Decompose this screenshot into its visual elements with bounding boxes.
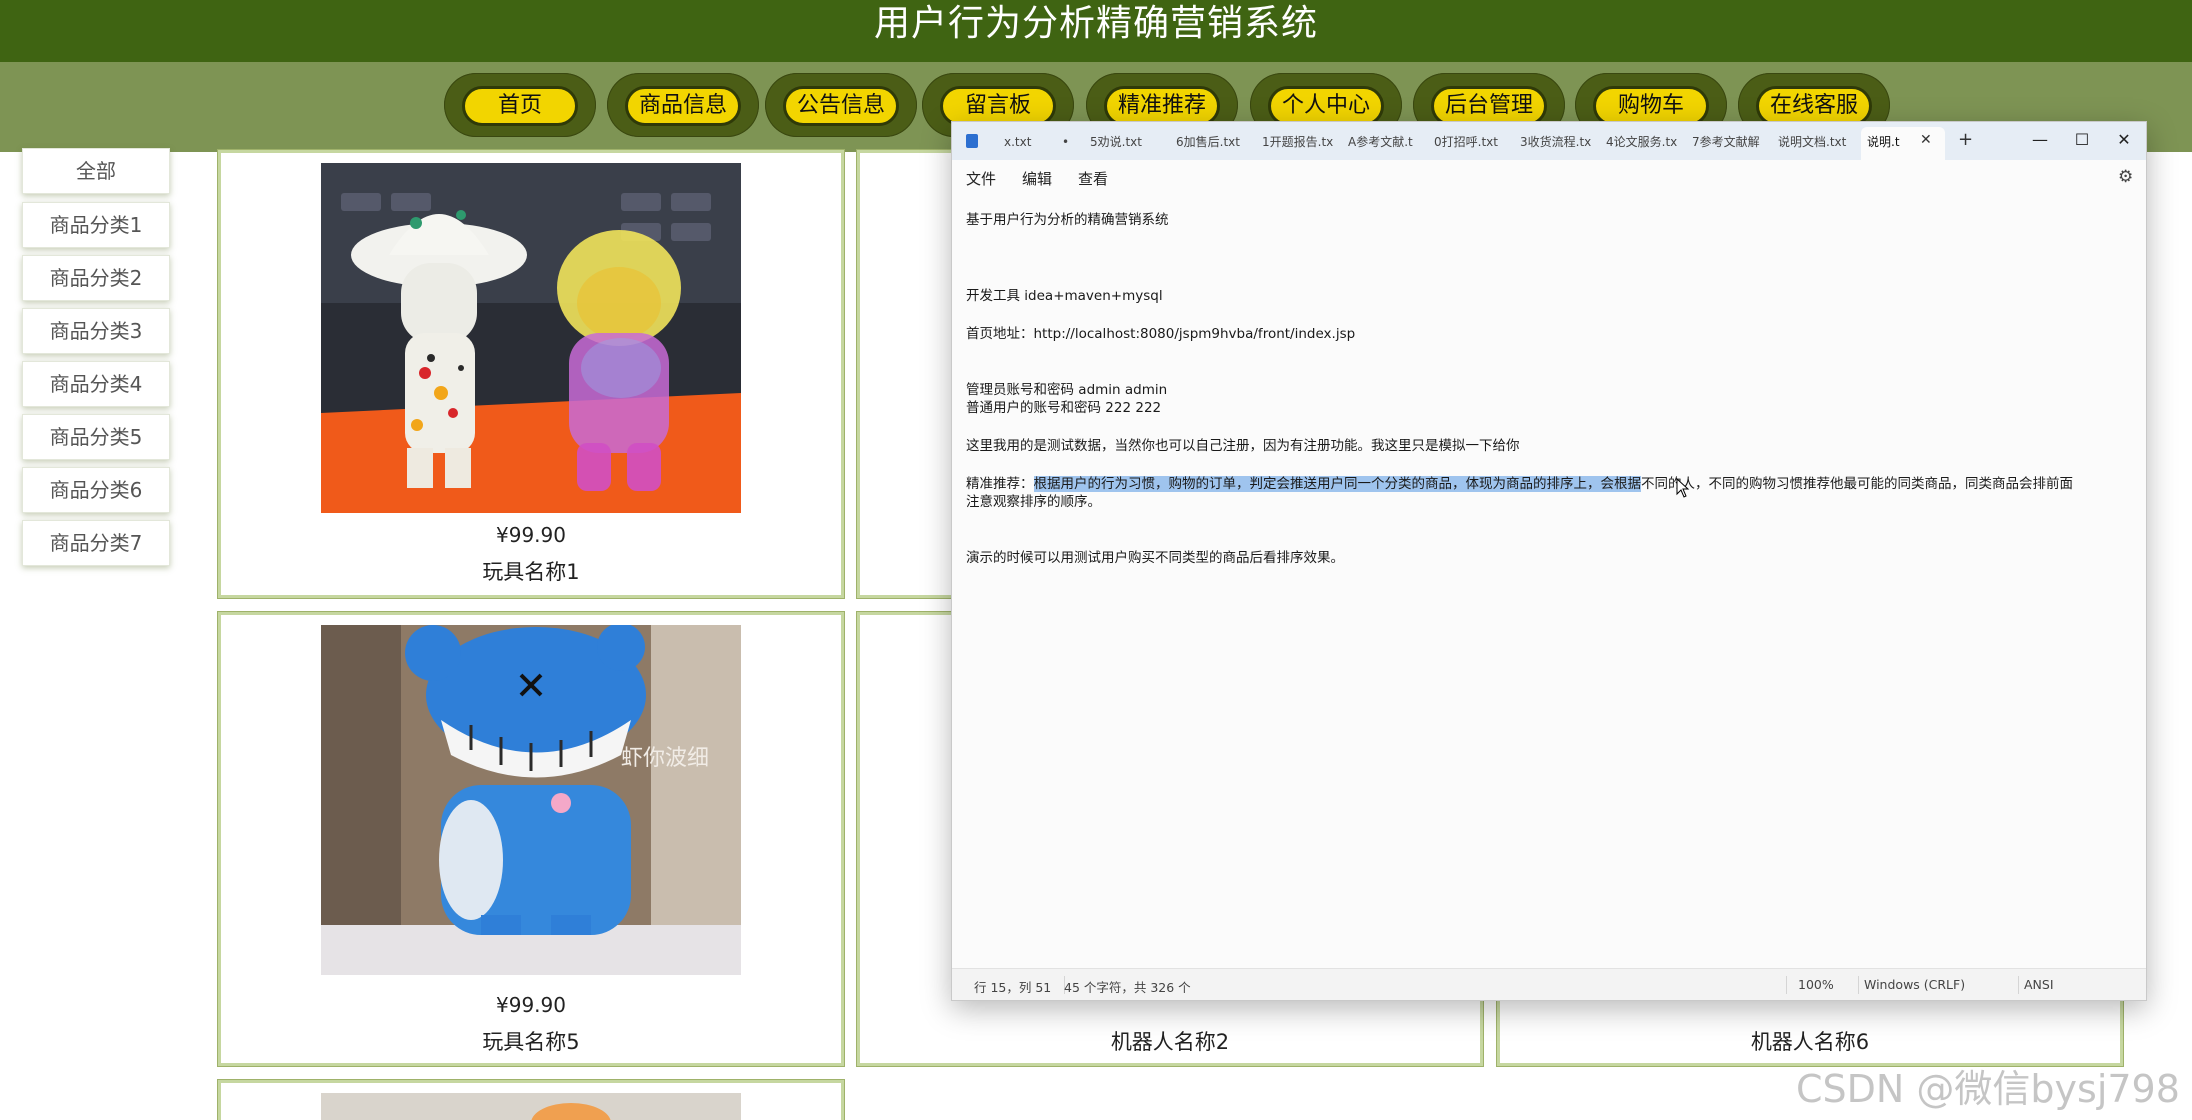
nav-label: 精准推荐 bbox=[1104, 86, 1220, 126]
notepad-tab[interactable]: 3收货流程.tx bbox=[1514, 127, 1600, 160]
text-selection: 根据用户的行为习惯，购物的订单，判定会推送用户同一个分类的商品，体现为商品的排序… bbox=[1033, 476, 1641, 492]
notepad-menubar: 文件 编辑 查看 ⚙ bbox=[952, 160, 2146, 194]
text-line: 普通用户的账号和密码 222 222 bbox=[966, 400, 1162, 416]
notepad-app-icon bbox=[966, 134, 978, 148]
product-card[interactable] bbox=[218, 1080, 844, 1120]
notepad-statusbar: 行 15，列 51 45 个字符，共 326 个 100% Windows (C… bbox=[952, 968, 2146, 1000]
category-7[interactable]: 商品分类7 bbox=[22, 520, 170, 566]
text-line: 开发工具 idea+maven+mysql bbox=[966, 288, 1163, 304]
nav-label: 公告信息 bbox=[783, 86, 899, 126]
notepad-text-area[interactable]: 基于用户行为分析的精确营销系统 开发工具 idea+maven+mysql 首页… bbox=[952, 194, 2146, 962]
text-cursor-icon bbox=[1676, 478, 1690, 498]
notepad-tab[interactable]: 1开题报告.tx bbox=[1256, 127, 1342, 160]
status-divider bbox=[1786, 976, 1787, 994]
nav-label: 购物车 bbox=[1593, 86, 1709, 126]
minimize-button[interactable]: — bbox=[2020, 126, 2060, 154]
category-all[interactable]: 全部 bbox=[22, 148, 170, 194]
site-title: 用户行为分析精确营销系统 bbox=[873, 3, 1318, 44]
text-line: 注意观察排序的顺序。 bbox=[966, 494, 1101, 510]
notepad-tab[interactable]: 6加售后.txt bbox=[1170, 127, 1256, 160]
product-name[interactable]: 玩具名称1 bbox=[221, 556, 841, 586]
nav-label: 留言板 bbox=[940, 86, 1056, 126]
product-price: ¥99.90 bbox=[496, 993, 566, 1017]
nav-label: 在线客服 bbox=[1756, 86, 1872, 126]
nav-products[interactable]: 商品信息 bbox=[607, 73, 759, 137]
notepad-tab[interactable]: 4论文服务.tx bbox=[1600, 127, 1686, 160]
image-embedded-text: 虾你波细 bbox=[621, 746, 709, 771]
encoding[interactable]: ANSI bbox=[2024, 977, 2054, 992]
product-name[interactable]: 玩具名称5 bbox=[221, 1026, 841, 1056]
text-line: 精准推荐：根据用户的行为习惯，购物的订单，判定会推送用户同一个分类的商品，体现为… bbox=[966, 472, 2073, 492]
notepad-titlebar[interactable]: x.txt • 5劝说.txt 6加售后.txt 1开题报告.tx A参考文献.… bbox=[952, 122, 2146, 160]
notepad-tab[interactable]: 0打招呼.txt bbox=[1428, 127, 1514, 160]
notepad-tab-unsaved-dot[interactable]: • bbox=[1056, 127, 1086, 160]
char-count: 45 个字符，共 326 个 bbox=[1064, 980, 1191, 995]
product-name[interactable]: 机器人名称2 bbox=[860, 1026, 1480, 1056]
cursor-position: 行 15，列 51 bbox=[974, 980, 1052, 995]
product-price: ¥99.90 bbox=[496, 523, 566, 547]
product-card[interactable]: 虾你波细 ¥99.90 玩具名称5 bbox=[218, 612, 844, 1066]
watermark: CSDN @微信bysj798 bbox=[1796, 1067, 2180, 1111]
notepad-tab-label: 说明.t bbox=[1867, 135, 1900, 149]
text-span: 不同的人，不同的购物习惯推荐他最可能的同类商品，同类商品会排前面 bbox=[1641, 476, 2073, 492]
product-image[interactable] bbox=[321, 163, 741, 513]
settings-gear-icon[interactable]: ⚙ bbox=[2118, 167, 2133, 187]
maximize-button[interactable]: ☐ bbox=[2062, 126, 2102, 154]
nav-label: 首页 bbox=[462, 86, 578, 126]
notepad-tab[interactable]: 7参考文献解 bbox=[1686, 127, 1772, 160]
product-name[interactable]: 机器人名称6 bbox=[1500, 1026, 2120, 1056]
site-header: 用户行为分析精确营销系统 bbox=[0, 0, 2192, 62]
menu-view[interactable]: 查看 bbox=[1078, 168, 1108, 189]
notepad-tab[interactable]: 5劝说.txt bbox=[1084, 127, 1170, 160]
zoom-level[interactable]: 100% bbox=[1798, 977, 1834, 992]
category-1[interactable]: 商品分类1 bbox=[22, 202, 170, 248]
menu-file[interactable]: 文件 bbox=[966, 168, 996, 189]
text-line: 管理员账号和密码 admin admin bbox=[966, 382, 1168, 398]
nav-announcements[interactable]: 公告信息 bbox=[765, 73, 917, 137]
status-divider bbox=[1858, 976, 1859, 994]
category-5[interactable]: 商品分类5 bbox=[22, 414, 170, 460]
product-card[interactable]: ¥99.90 玩具名称1 bbox=[218, 150, 844, 598]
category-4[interactable]: 商品分类4 bbox=[22, 361, 170, 407]
line-ending[interactable]: Windows (CRLF) bbox=[1864, 977, 1965, 992]
text-line: 演示的时候可以用测试用户购买不同类型的商品后看排序效果。 bbox=[966, 550, 1344, 566]
status-divider bbox=[2018, 976, 2019, 994]
text-line: 基于用户行为分析的精确营销系统 bbox=[966, 212, 1169, 228]
notepad-window[interactable]: x.txt • 5劝说.txt 6加售后.txt 1开题报告.tx A参考文献.… bbox=[951, 121, 2147, 1001]
category-3[interactable]: 商品分类3 bbox=[22, 308, 170, 354]
close-button[interactable]: ✕ bbox=[2104, 126, 2144, 154]
product-image[interactable]: 虾你波细 bbox=[321, 625, 741, 975]
category-2[interactable]: 商品分类2 bbox=[22, 255, 170, 301]
nav-label: 后台管理 bbox=[1431, 86, 1547, 126]
tab-close-icon[interactable]: ✕ bbox=[1920, 132, 1932, 148]
new-tab-icon[interactable]: + bbox=[1958, 129, 1973, 150]
nav-home[interactable]: 首页 bbox=[444, 73, 596, 137]
category-6[interactable]: 商品分类6 bbox=[22, 467, 170, 513]
menu-edit[interactable]: 编辑 bbox=[1022, 168, 1052, 189]
notepad-tab[interactable]: A参考文献.t bbox=[1342, 127, 1428, 160]
nav-label: 商品信息 bbox=[625, 86, 741, 126]
notepad-tab[interactable]: 说明文档.txt bbox=[1772, 127, 1860, 160]
text-line: 首页地址：http://localhost:8080/jspm9hvba/fro… bbox=[966, 326, 1356, 342]
product-image[interactable] bbox=[321, 1093, 741, 1120]
nav-label: 个人中心 bbox=[1268, 86, 1384, 126]
text-line: 这里我用的是测试数据，当然你也可以自己注册，因为有注册功能。我这里只是模拟一下给… bbox=[966, 438, 1520, 454]
notepad-tab-active[interactable]: 说明.t bbox=[1861, 127, 1945, 160]
